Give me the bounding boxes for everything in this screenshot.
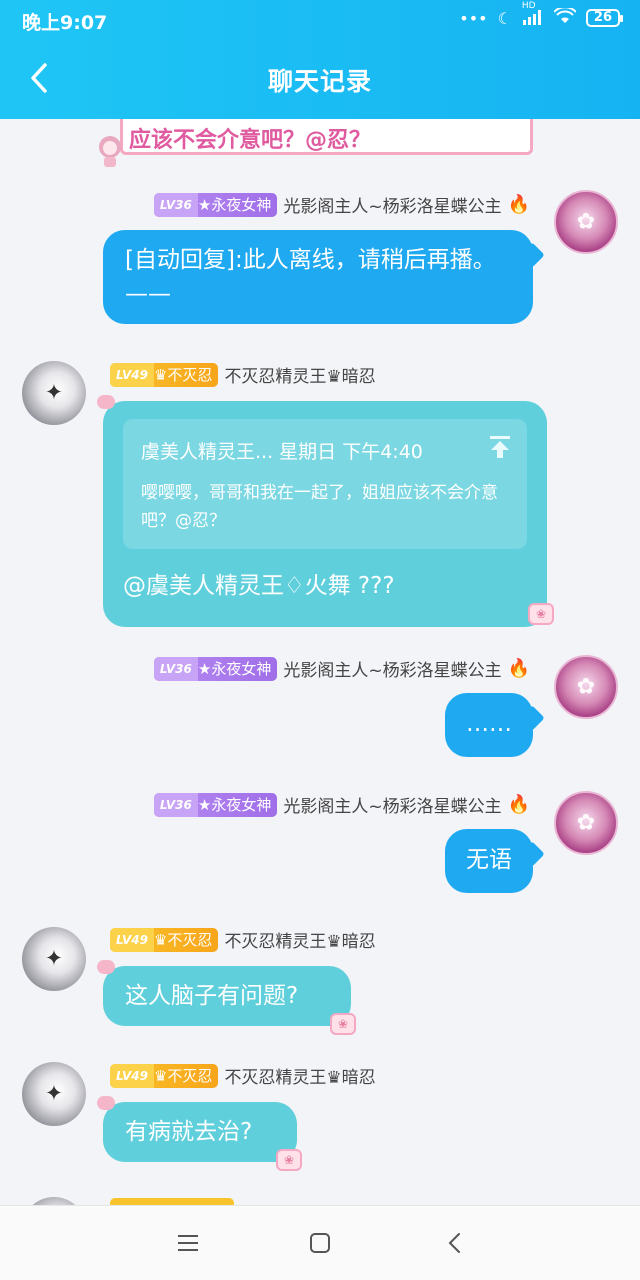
message-bubble[interactable]: 无语: [445, 829, 533, 893]
cartoon-girl-sticker-icon: [99, 136, 121, 167]
quote-header: 虞美人精灵王... 星期日 下午4:40: [141, 441, 423, 463]
level-badge: [110, 1198, 234, 1205]
avatar[interactable]: ✦: [22, 361, 86, 425]
battery-indicator: 26: [585, 9, 624, 27]
message-text: 无语: [466, 847, 512, 873]
sender-info: LV36 ★永夜女神 光影阁主人~杨彩洛星蝶公主 🔥: [153, 656, 530, 681]
status-bar: 晚上9:07 ••• ☾ HD 26: [0, 0, 640, 40]
home-square-icon: [310, 1233, 330, 1253]
bubble-decoration-icon: ❀: [528, 603, 554, 625]
message-text: 这人脑子有问题?: [125, 983, 299, 1009]
message-bubble[interactable]: 这人脑子有问题?: [97, 960, 351, 1026]
sender-info: LV49 ♛不灭忍 不灭忍精灵王♛暗忍: [110, 927, 376, 952]
message-text: [自动回复]:此人离线，请稍后再播。——: [125, 247, 496, 307]
signal-icon: HD: [522, 1, 544, 28]
level-badge: LV49 ♛不灭忍: [110, 1063, 219, 1088]
level-badge: LV49 ♛不灭忍: [110, 927, 219, 952]
avatar[interactable]: ✿: [554, 190, 618, 254]
status-time: 晚上9:07: [22, 12, 108, 34]
message-bubble[interactable]: 有病就去治?: [97, 1096, 297, 1162]
message-bubble[interactable]: 虞美人精灵王... 星期日 下午4:40 嘤嘤嘤，哥哥和我在一起了，姐姐应该不会…: [97, 395, 547, 627]
reply-quote[interactable]: 虞美人精灵王... 星期日 下午4:40 嘤嘤嘤，哥哥和我在一起了，姐姐应该不会…: [123, 419, 527, 549]
fire-icon: 🔥: [507, 794, 530, 815]
sender-name: 不灭忍精灵王♛暗忍: [224, 1068, 376, 1088]
menu-button[interactable]: [173, 1228, 203, 1258]
fire-icon: 🔥: [507, 658, 530, 679]
back-chevron-icon: [448, 1233, 460, 1253]
wifi-icon: [553, 6, 577, 28]
level-badge: LV49 ♛不灭忍: [110, 362, 219, 387]
page-title: 聊天记录: [267, 67, 372, 96]
message-text: ……: [466, 711, 512, 737]
system-nav-bar: [0, 1205, 640, 1280]
sender-name: 光影阁主人~杨彩洛星蝶公主: [283, 797, 502, 817]
quoted-message-text: 应该不会介意吧？@忍？: [129, 128, 372, 153]
home-button[interactable]: [305, 1228, 335, 1258]
avatar[interactable]: ✦: [22, 927, 86, 991]
fire-icon: 🔥: [507, 194, 530, 215]
sender-name: 不灭忍精灵王♛暗忍: [224, 367, 376, 387]
menu-icon: [178, 1235, 198, 1251]
message-bubble[interactable]: [自动回复]:此人离线，请稍后再播。——: [103, 230, 533, 324]
level-badge: LV36 ★永夜女神: [153, 192, 278, 217]
avatar[interactable]: ✿: [554, 791, 618, 855]
network-label: HD: [521, 0, 536, 11]
app-header: 晚上9:07 ••• ☾ HD 26 聊天记录: [0, 0, 640, 119]
status-icons: ••• ☾ HD 26: [459, 1, 624, 28]
message-text: @虞美人精灵王♢火舞 ???: [123, 573, 395, 599]
sender-name: 光影阁主人~杨彩洛星蝶公主: [283, 661, 502, 681]
sender-info: LV49 ♛不灭忍 不灭忍精灵王♛暗忍: [110, 1063, 376, 1088]
message-bubble[interactable]: ……: [445, 693, 533, 757]
message-text: 有病就去治?: [125, 1119, 253, 1145]
avatar[interactable]: ✦: [22, 1062, 86, 1126]
level-badge: LV36 ★永夜女神: [153, 656, 278, 681]
level-badge: LV36 ★永夜女神: [153, 792, 278, 817]
quote-text: 嘤嘤嘤，哥哥和我在一起了，姐姐应该不会介意吧？@忍？: [141, 483, 498, 531]
more-dots-icon: •••: [459, 8, 488, 28]
chat-history[interactable]: 应该不会介意吧？@忍？ ✿ LV36 ★永夜女神 光影阁主人~杨彩洛星蝶公主 🔥 …: [0, 119, 640, 1205]
sender-info: LV36 ★永夜女神 光影阁主人~杨彩洛星蝶公主 🔥: [153, 192, 530, 217]
quoted-message-card[interactable]: 应该不会介意吧？@忍？: [120, 119, 533, 155]
avatar[interactable]: ✿: [554, 655, 618, 719]
bubble-decoration-icon: ❀: [276, 1149, 302, 1171]
sender-info: LV36 ★永夜女神 光影阁主人~杨彩洛星蝶公主 🔥: [153, 792, 530, 817]
sender-name: 不灭忍精灵王♛暗忍: [224, 932, 376, 952]
moon-icon: ☾: [497, 8, 512, 28]
sender-name: 光影阁主人~杨彩洛星蝶公主: [283, 197, 502, 217]
bubble-decoration-icon: ❀: [330, 1013, 356, 1035]
avatar[interactable]: [22, 1197, 86, 1205]
jump-to-original-icon[interactable]: [489, 435, 511, 459]
sender-info: LV49 ♛不灭忍 不灭忍精灵王♛暗忍: [110, 362, 376, 387]
back-nav-button[interactable]: [440, 1228, 470, 1258]
